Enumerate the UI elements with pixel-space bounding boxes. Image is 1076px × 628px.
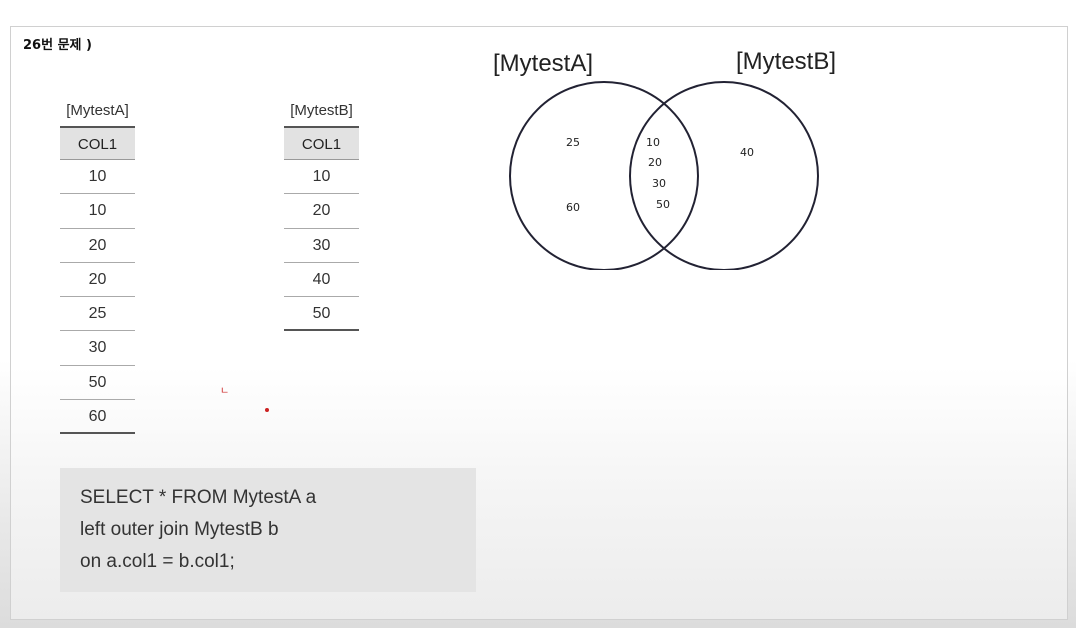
table-header: COL1 bbox=[60, 126, 135, 160]
table-name: [MytestB] bbox=[290, 102, 353, 119]
venn-value: 40 bbox=[740, 146, 754, 159]
table-row: 40 bbox=[284, 263, 359, 298]
table-mytesta: [MytestA] COL1 10 10 20 20 25 30 50 60 bbox=[60, 100, 135, 435]
table-row: 10 bbox=[60, 160, 135, 195]
table-row: 50 bbox=[60, 366, 135, 401]
table-row: 25 bbox=[60, 297, 135, 332]
venn-label-a: [MytestA] bbox=[493, 50, 594, 77]
venn-value: 30 bbox=[652, 177, 666, 190]
sql-code-box: SELECT * FROM MytestA a left outer join … bbox=[60, 468, 476, 592]
table-row: 20 bbox=[60, 263, 135, 298]
sql-line: left outer join MytestB b bbox=[80, 519, 279, 540]
problem-title: 26번 문제 ) bbox=[23, 38, 92, 53]
table-row: 10 bbox=[60, 194, 135, 229]
venn-value: 50 bbox=[656, 198, 670, 211]
sql-line: SELECT * FROM MytestA a bbox=[80, 487, 317, 508]
table-row: 10 bbox=[284, 160, 359, 195]
table-header: COL1 bbox=[284, 126, 359, 160]
table-row: 30 bbox=[284, 229, 359, 263]
table-row: 50 bbox=[284, 297, 359, 332]
circle-a bbox=[509, 81, 699, 270]
venn-value: 20 bbox=[648, 156, 662, 169]
annotation-dot bbox=[265, 408, 269, 412]
venn-value: 10 bbox=[646, 136, 660, 149]
table-row: 60 bbox=[60, 400, 135, 435]
venn-value: 60 bbox=[566, 201, 580, 214]
sql-line: on a.col1 = b.col1; bbox=[80, 551, 235, 572]
venn-diagram: 25 60 10 20 30 50 40 bbox=[509, 81, 819, 270]
venn-value: 25 bbox=[566, 136, 580, 149]
table-name: [MytestA] bbox=[66, 102, 129, 119]
table-row: 20 bbox=[284, 194, 359, 229]
annotation-mark: ㄴ bbox=[220, 386, 230, 397]
table-row: 20 bbox=[60, 229, 135, 263]
table-mytestb: [MytestB] COL1 10 20 30 40 50 bbox=[284, 100, 359, 332]
table-row: 30 bbox=[60, 331, 135, 366]
circle-b bbox=[629, 81, 819, 270]
venn-label-b: [MytestB] bbox=[736, 48, 837, 75]
